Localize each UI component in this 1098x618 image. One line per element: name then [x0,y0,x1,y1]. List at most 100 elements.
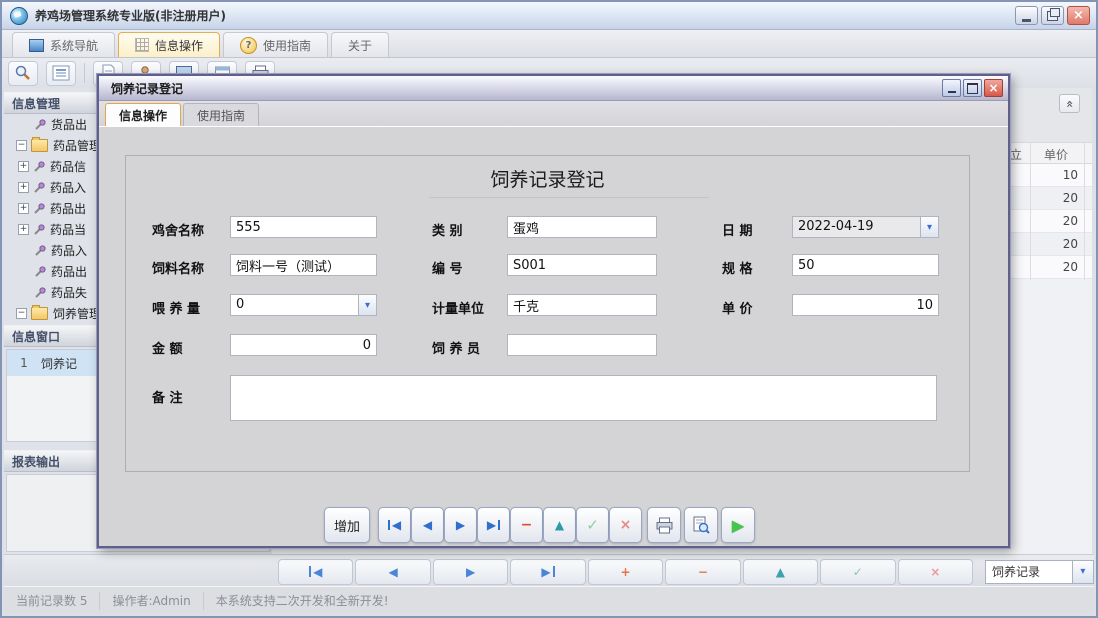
tool-icon [34,245,46,257]
feed-qty-label: 喂 养 量 [152,298,200,317]
system-message-status: 本系统支持二次开发和全新开发! [204,592,401,610]
unit-input[interactable] [507,294,657,316]
note-textarea[interactable] [230,375,937,421]
collapse-box-icon[interactable]: − [16,308,27,319]
menu-tabstrip: 系统导航 信息操作 ? 使用指南 关于 [2,30,1096,58]
feed-qty-combobox[interactable]: 0 ▾ [230,294,377,316]
date-label: 日 期 [722,220,753,239]
check-icon: ✓ [853,565,863,579]
print-preview-button[interactable] [684,507,718,543]
dialog-tab-info-label: 信息操作 [119,107,167,124]
column-header-price[interactable]: 单价 [1044,146,1068,163]
add-button[interactable]: 增加 [324,507,370,543]
tree-item-label: 货品出 [51,116,87,133]
next-record-button[interactable]: ▶ [444,507,477,543]
form-icon [52,65,70,81]
edit-record-button[interactable]: ▲ [543,507,576,543]
tab-user-guide[interactable]: ? 使用指南 [223,32,328,57]
dialog-close-button[interactable]: × [984,79,1003,97]
edit-triangle-icon: ▲ [776,565,785,579]
unit-label: 计量单位 [432,298,484,317]
chevron-down-icon[interactable]: ▾ [358,295,376,315]
keeper-input[interactable] [507,334,657,356]
amount-input[interactable] [230,334,377,356]
next-record-icon: ▶ [466,565,475,579]
last-record-icon: ▶ [487,518,496,532]
column-header-unit-partial[interactable]: 立 [1010,146,1022,163]
dialog-maximize-button[interactable] [963,79,982,97]
play-icon: ▶ [732,516,744,535]
code-input[interactable] [507,254,657,276]
tab-info-operation[interactable]: 信息操作 [118,32,220,57]
nav-edit-button[interactable]: ▲ [743,559,818,585]
price-label: 单 价 [722,298,753,317]
spec-input[interactable] [792,254,939,276]
restore-button[interactable] [1041,6,1064,25]
price-cell: 20 [1030,260,1084,274]
tree-item-label: 药品失 [51,284,87,301]
nav-post-button[interactable]: ✓ [820,559,895,585]
minimize-icon [948,91,956,93]
tree-item-label: 药品管理 [53,137,101,154]
minimize-button[interactable] [1015,6,1038,25]
chevron-down-icon[interactable]: ▾ [920,217,938,237]
nav-first-button[interactable]: ◀ [278,559,353,585]
expand-box-icon[interactable]: + [18,224,29,235]
nav-insert-button[interactable]: + [588,559,663,585]
dialog-tabstrip: 信息操作 使用指南 [99,101,1008,126]
dialog-title: 饲养记录登记 [111,80,183,97]
cancel-record-button[interactable]: × [609,507,642,543]
main-window: 养鸡场管理系统专业版(非注册用户) × 系统导航 信息操作 ? 使用指南 关于 [0,0,1098,618]
record-type-value: 饲养记录 [985,560,1073,584]
nav-last-button[interactable]: ▶ [510,559,585,585]
dialog-titlebar[interactable]: 饲养记录登记 × [99,76,1008,101]
expand-box-icon[interactable]: + [18,161,29,172]
search-toolbar-button[interactable] [8,61,38,86]
category-input[interactable] [507,216,657,238]
price-cell: 20 [1030,237,1084,251]
nav-prev-button[interactable]: ◀ [355,559,430,585]
dialog-tab-info-operation[interactable]: 信息操作 [105,103,181,126]
price-input[interactable] [792,294,939,316]
nav-next-button[interactable]: ▶ [433,559,508,585]
feed-name-input[interactable] [230,254,377,276]
dialog-tab-user-guide[interactable]: 使用指南 [183,103,259,126]
collapse-panel-button[interactable]: « [1059,94,1080,113]
chevron-down-icon[interactable]: ▾ [1073,560,1094,584]
record-type-dropdown[interactable]: 饲养记录 ▾ [985,560,1094,584]
tool-icon [33,182,45,194]
plus-icon: + [620,565,630,579]
print-button[interactable] [647,507,681,543]
next-record-icon: ▶ [456,518,465,532]
printer-icon [655,517,674,534]
dialog-minimize-button[interactable] [942,79,961,97]
nav-cancel-button[interactable]: × [898,559,973,585]
tree-item-label: 药品出 [51,263,87,280]
first-record-button[interactable]: ◀ [378,507,411,543]
collapse-box-icon[interactable]: − [16,140,27,151]
tab-system-nav[interactable]: 系统导航 [12,32,115,57]
close-button[interactable]: × [1067,6,1090,25]
prev-record-button[interactable]: ◀ [411,507,444,543]
post-record-button[interactable]: ✓ [576,507,609,543]
window-title: 养鸡场管理系统专业版(非注册用户) [35,7,226,24]
double-chevron-up-icon: « [1062,100,1076,108]
tree-item-label: 药品信 [50,158,86,175]
minimize-icon [1022,19,1031,22]
house-name-input[interactable] [230,216,377,238]
expand-box-icon[interactable]: + [18,182,29,193]
last-record-icon: ▶ [541,565,550,579]
nav-delete-button[interactable]: − [665,559,740,585]
execute-button[interactable]: ▶ [721,507,755,543]
last-bar-icon [498,520,500,530]
first-record-icon: ◀ [313,565,322,579]
last-record-button[interactable]: ▶ [477,507,510,543]
tab-about-label: 关于 [348,37,372,54]
date-picker[interactable]: 2022-04-19 ▾ [792,216,939,238]
tab-about[interactable]: 关于 [331,32,389,57]
delete-record-button[interactable]: − [510,507,543,543]
list-item-label: 饲养记 [41,355,77,372]
form-toolbar-button[interactable] [46,61,76,86]
expand-box-icon[interactable]: + [18,203,29,214]
sidebar-header-info-mgmt-label: 信息管理 [12,95,60,112]
